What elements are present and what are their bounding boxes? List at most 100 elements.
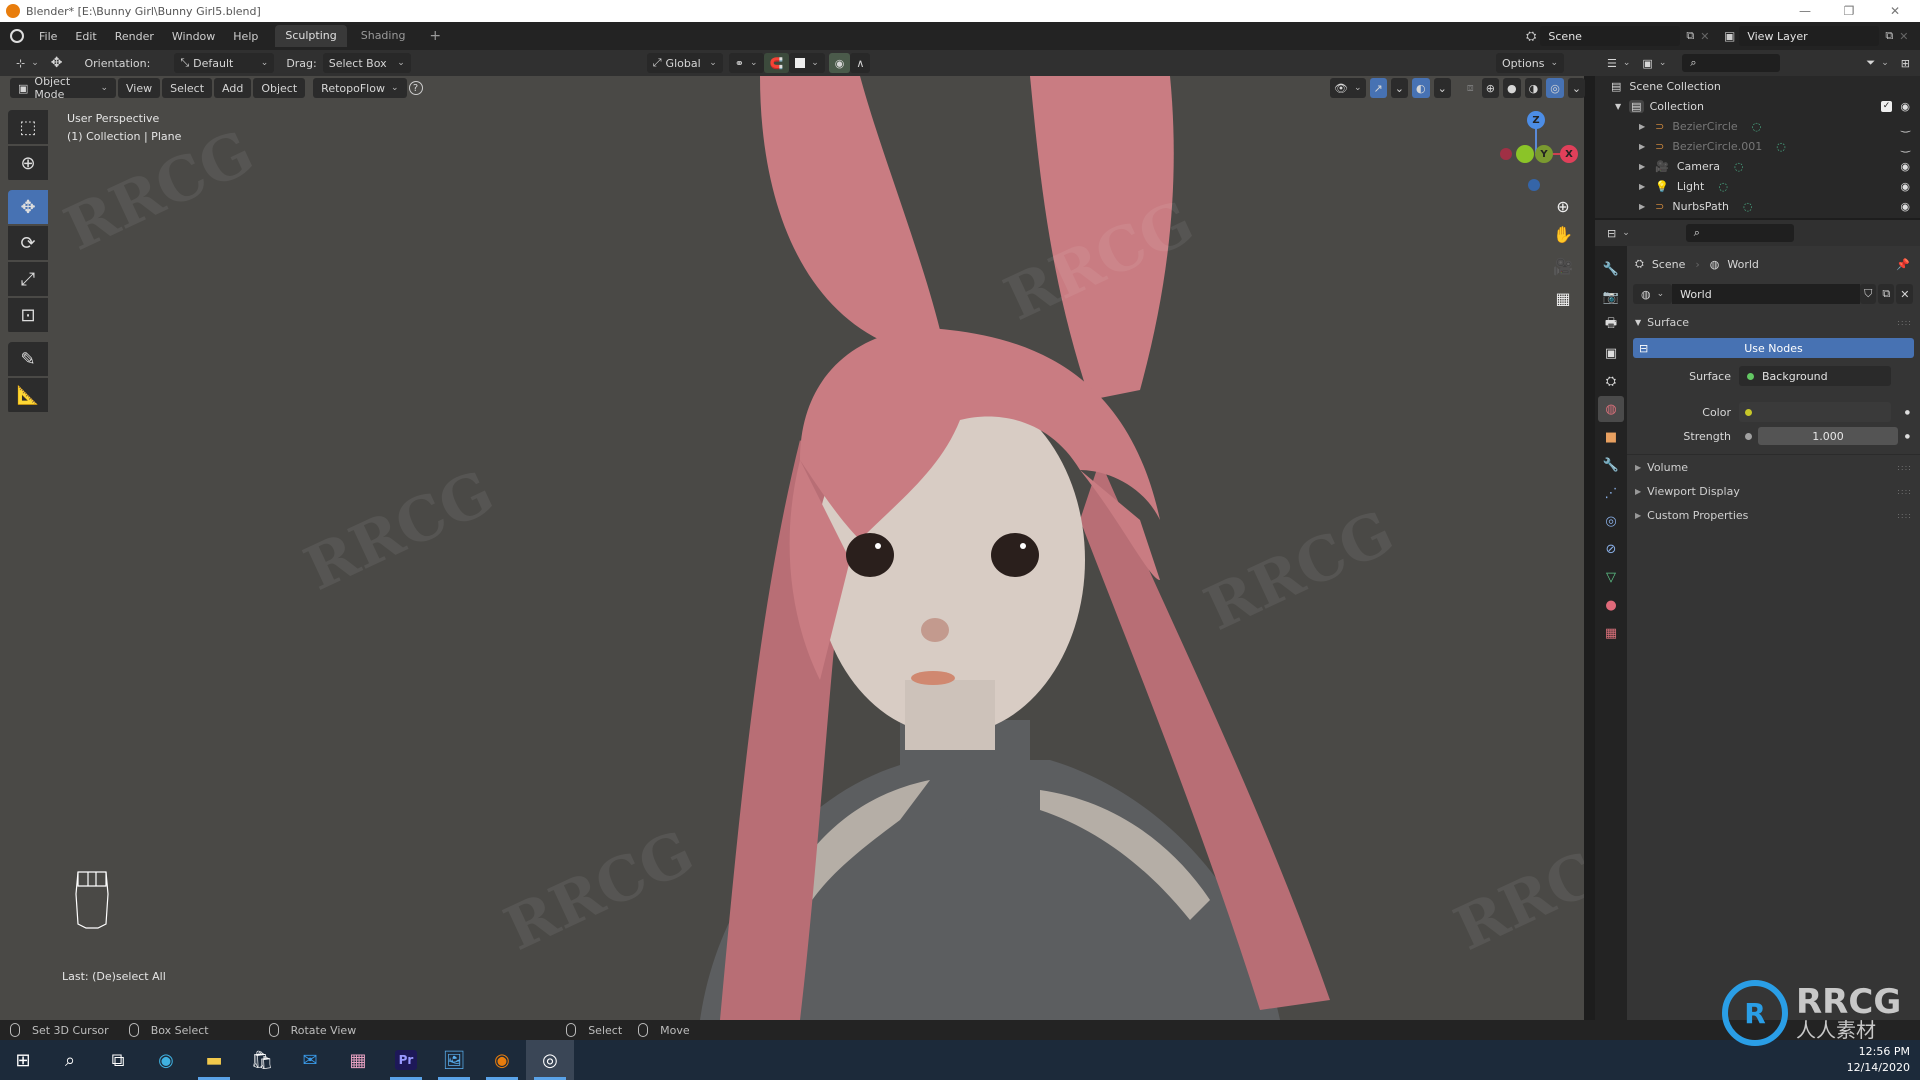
- obs-icon[interactable]: ◎: [526, 1040, 574, 1080]
- collection-row[interactable]: ▼ ▤ Collection ✓ ◉: [1595, 96, 1920, 116]
- neg-y-axis-handle[interactable]: [1516, 145, 1534, 163]
- volume-panel-header[interactable]: ▶ Volume::::: [1627, 455, 1920, 479]
- use-nodes-button[interactable]: ⊟ Use Nodes: [1633, 338, 1914, 358]
- pin-icon[interactable]: 📌: [1896, 258, 1910, 271]
- menu-add[interactable]: Add: [214, 78, 252, 98]
- new-scene-icon[interactable]: ⧉: [1686, 29, 1694, 43]
- overlays-dropdown-icon[interactable]: ⌄: [1433, 78, 1451, 98]
- editor-type-icon[interactable]: ⊹ ⌄: [10, 53, 45, 73]
- transform-orientation-dropdown[interactable]: ⤢ Global ⌄: [646, 53, 723, 73]
- eye-closed-icon[interactable]: ‿: [1901, 120, 1910, 133]
- menu-edit[interactable]: Edit: [66, 30, 105, 43]
- navigation-gizmo[interactable]: Z Y X: [1490, 105, 1590, 205]
- object-data-icon[interactable]: ◌: [1734, 160, 1744, 173]
- blender-menu-icon[interactable]: [10, 29, 24, 43]
- neg-x-axis-handle[interactable]: [1500, 148, 1512, 160]
- collection-checkbox[interactable]: ✓: [1881, 100, 1892, 112]
- rotate-tool-icon[interactable]: ⟳: [8, 226, 48, 260]
- custom-properties-panel-header[interactable]: ▶ Custom Properties::::: [1627, 503, 1920, 527]
- mode-dropdown[interactable]: ▣ Object Mode ⌄: [10, 75, 116, 101]
- tool-tab-icon[interactable]: 🔧: [1598, 256, 1624, 282]
- zoom-icon[interactable]: ⊕: [1549, 192, 1577, 220]
- expand-arrow-icon[interactable]: ▶: [1639, 162, 1645, 171]
- 3d-viewport[interactable]: RRCG RRCG RRCG RRCG RRCG RRCG: [0, 76, 1584, 1020]
- task-view-icon[interactable]: ⧉: [94, 1040, 142, 1080]
- transform-tool-icon[interactable]: ⊡: [8, 298, 48, 332]
- menu-render[interactable]: Render: [106, 30, 163, 43]
- keyframe-dot-icon[interactable]: ●: [1905, 433, 1910, 440]
- menu-select[interactable]: Select: [162, 78, 213, 98]
- scene-tab-icon[interactable]: ⛭: [1598, 368, 1624, 394]
- pan-hand-icon[interactable]: ✋: [1549, 220, 1577, 248]
- properties-editor-type-icon[interactable]: ⊟ ⌄: [1601, 223, 1636, 243]
- tab-sculpting[interactable]: Sculpting: [275, 25, 347, 47]
- particles-tab-icon[interactable]: ⋰: [1598, 480, 1624, 506]
- eye-icon[interactable]: ◉: [1900, 200, 1910, 213]
- render-tab-icon[interactable]: 📷: [1598, 284, 1624, 310]
- strength-field[interactable]: 1.000: [1758, 427, 1898, 445]
- data-tab-icon[interactable]: ▽: [1598, 564, 1624, 590]
- eye-icon[interactable]: ◉: [1900, 160, 1910, 173]
- cursor-tool-icon[interactable]: ⊕: [8, 146, 48, 180]
- unlink-world-icon[interactable]: ✕: [1896, 284, 1914, 304]
- new-view-layer-icon[interactable]: ⧉: [1885, 29, 1893, 43]
- gizmo-toggle-icon[interactable]: ↗: [1369, 78, 1387, 98]
- add-workspace-button[interactable]: +: [419, 25, 451, 47]
- xray-icon[interactable]: ⧈: [1463, 78, 1478, 98]
- new-collection-icon[interactable]: ⊞: [1895, 53, 1916, 73]
- filter-icon[interactable]: ⏷ ⌄: [1860, 53, 1894, 73]
- options-dropdown[interactable]: Options ⌄: [1496, 53, 1564, 73]
- outliner-item[interactable]: ▶ ⊃ NurbsPath ◌ ◉: [1595, 196, 1920, 216]
- object-data-icon[interactable]: ◌: [1752, 120, 1762, 133]
- object-data-icon[interactable]: ◌: [1776, 140, 1786, 153]
- fake-user-icon[interactable]: ⛉: [1860, 284, 1877, 304]
- start-button-icon[interactable]: ⊞: [0, 1040, 46, 1080]
- help-icon[interactable]: ?: [408, 81, 423, 95]
- store-icon[interactable]: 🛍: [238, 1040, 286, 1080]
- display-mode-icon[interactable]: ▣ ⌄: [1636, 53, 1672, 73]
- y-axis-handle[interactable]: Y: [1535, 145, 1553, 163]
- close-button[interactable]: ✕: [1872, 0, 1918, 22]
- duplicate-world-icon[interactable]: ⧉: [1878, 284, 1895, 304]
- shading-dropdown-icon[interactable]: ⌄: [1567, 78, 1586, 98]
- eye-icon[interactable]: ◉: [1900, 180, 1910, 193]
- properties-search-input[interactable]: ⌕: [1685, 224, 1794, 242]
- menu-window[interactable]: Window: [163, 30, 224, 43]
- expand-arrow-icon[interactable]: ▶: [1639, 202, 1645, 211]
- outliner-item[interactable]: ▶ ⊃ BezierCircle ◌ ‿: [1595, 116, 1920, 136]
- outliner-editor-type-icon[interactable]: ☰ ⌄: [1601, 53, 1636, 73]
- maximize-button[interactable]: ❐: [1826, 0, 1872, 22]
- proportional-edit-icon[interactable]: ◉: [828, 53, 851, 73]
- output-tab-icon[interactable]: 🖶: [1598, 312, 1624, 338]
- camera-view-icon[interactable]: 🎥: [1549, 252, 1577, 280]
- scene-collection-row[interactable]: ▤ Scene Collection: [1595, 76, 1920, 96]
- menu-help[interactable]: Help: [224, 30, 267, 43]
- keyframe-dot-icon[interactable]: ●: [1905, 409, 1910, 416]
- outliner-item[interactable]: ▶ 🎥 Camera ◌ ◉: [1595, 156, 1920, 176]
- visibility-icon[interactable]: 👁 ⌄: [1330, 78, 1366, 98]
- world-tab-icon[interactable]: ◍: [1598, 396, 1624, 422]
- outliner-item[interactable]: ▶ ⊃ BezierCircle.001 ◌ ‿: [1595, 136, 1920, 156]
- annotate-tool-icon[interactable]: ✎: [8, 342, 48, 376]
- pivot-point-icon[interactable]: ⚭ ⌄: [728, 53, 764, 73]
- photos-icon[interactable]: 🖼: [430, 1040, 478, 1080]
- falloff-icon[interactable]: ∧: [850, 53, 871, 73]
- scene-selector[interactable]: Scene: [1540, 26, 1681, 46]
- eye-icon[interactable]: ◉: [1900, 100, 1910, 113]
- surface-shader-field[interactable]: Background: [1739, 366, 1891, 386]
- modifier-tab-icon[interactable]: 🔧: [1598, 452, 1624, 478]
- x-axis-handle[interactable]: X: [1560, 145, 1578, 163]
- minimize-button[interactable]: —: [1782, 0, 1828, 22]
- view-layer-icon[interactable]: ▣: [1724, 29, 1735, 43]
- expand-arrow-icon[interactable]: ▼: [1615, 102, 1621, 111]
- world-name-field[interactable]: World: [1672, 284, 1861, 304]
- material-preview-icon[interactable]: ◑: [1524, 78, 1543, 98]
- menu-file[interactable]: File: [30, 30, 66, 43]
- material-tab-icon[interactable]: ●: [1598, 592, 1624, 618]
- texture-tab-icon[interactable]: ▦: [1598, 620, 1624, 646]
- file-explorer-icon[interactable]: ▬: [190, 1040, 238, 1080]
- scale-tool-icon[interactable]: ⤢: [8, 262, 48, 296]
- menu-object[interactable]: Object: [253, 78, 306, 98]
- expand-arrow-icon[interactable]: ▶: [1639, 122, 1645, 131]
- object-tab-icon[interactable]: ■: [1598, 424, 1624, 450]
